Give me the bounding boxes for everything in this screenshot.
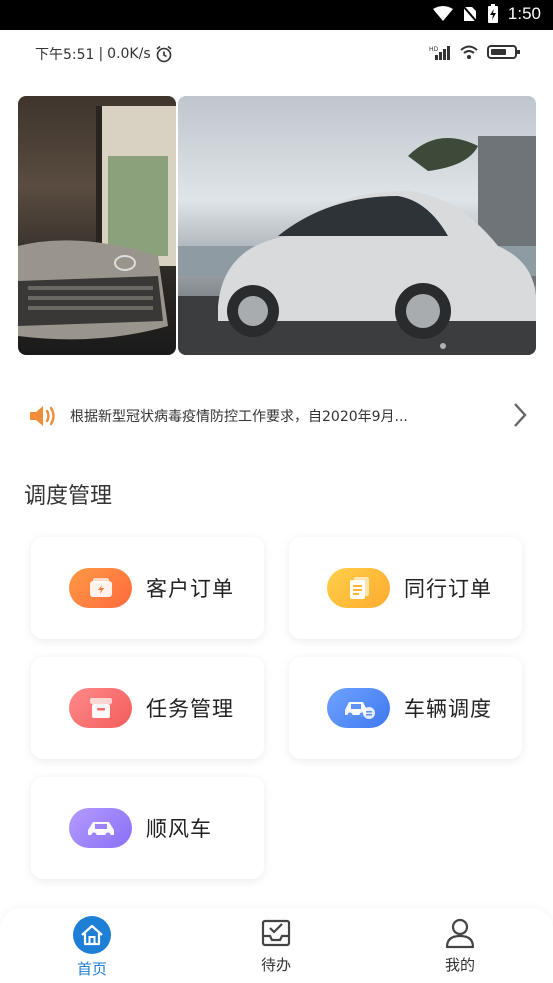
task-management-card[interactable]: 任务管理 [31, 657, 264, 759]
car-dispatch-icon [327, 688, 390, 728]
card-label: 任务管理 [146, 697, 234, 721]
home-icon [73, 916, 111, 954]
status-row: 下午5:51 | 0.0K/s HD [0, 30, 553, 76]
nav-label: 待办 [260, 956, 291, 974]
wifi-icon [432, 6, 453, 21]
banner-carousel[interactable] [18, 96, 536, 355]
box-icon [69, 688, 132, 728]
todo-icon [261, 919, 291, 947]
battery-charging-icon [487, 4, 498, 23]
card-label: 同行订单 [404, 577, 492, 601]
notice-bar[interactable]: 根据新型冠状病毒疫情防控工作要求，自2020年9月... [28, 396, 528, 436]
card-label: 顺风车 [146, 817, 212, 841]
carpool-card[interactable]: 顺风车 [31, 777, 264, 879]
card-label: 客户订单 [146, 577, 234, 601]
car-side-image [178, 136, 536, 355]
speaker-icon [30, 406, 55, 426]
alarm-icon [156, 45, 172, 63]
svg-text:HD: HD [429, 46, 439, 53]
carousel-indicator [440, 343, 446, 349]
car-icon [69, 808, 132, 848]
nav-todo[interactable]: 待办 [231, 916, 321, 975]
status-time: 下午5:51 [35, 47, 95, 63]
notice-text: 根据新型冠状病毒疫情防控工作要求，自2020年9月... [70, 409, 408, 425]
system-icons: 1:50 [432, 4, 541, 24]
system-time: 1:50 [507, 4, 541, 23]
banner-slide-car-front[interactable] [18, 96, 176, 355]
nav-profile[interactable]: 我的 [415, 916, 505, 975]
peer-order-card[interactable]: 同行订单 [289, 537, 522, 639]
nav-label: 我的 [444, 956, 475, 974]
chevron-right-icon[interactable] [512, 402, 528, 428]
profile-icon [445, 918, 475, 949]
bottom-navigation: 首页 待办 我的 [0, 908, 553, 983]
vehicle-dispatch-card[interactable]: 车辆调度 [289, 657, 522, 759]
banner-slide-car-side[interactable] [178, 96, 536, 355]
customer-order-card[interactable]: 客户订单 [31, 537, 264, 639]
nav-label: 首页 [76, 960, 107, 978]
card-label: 车辆调度 [404, 697, 492, 721]
wifi-status-icon [460, 45, 478, 59]
carousel-dot [440, 343, 446, 349]
nav-home[interactable]: 首页 [47, 916, 137, 979]
system-status-bar: 1:50 [0, 0, 553, 30]
document-icon [327, 568, 390, 608]
status-separator: | [98, 46, 104, 62]
hd-signal-icon: HD [429, 46, 450, 60]
battery-icon [487, 45, 520, 59]
car-front-image [18, 106, 176, 340]
no-sim-icon [462, 5, 478, 23]
wallet-icon [69, 568, 132, 608]
section-title: 调度管理 [24, 484, 113, 509]
network-speed: 0.0K/s [107, 46, 151, 62]
